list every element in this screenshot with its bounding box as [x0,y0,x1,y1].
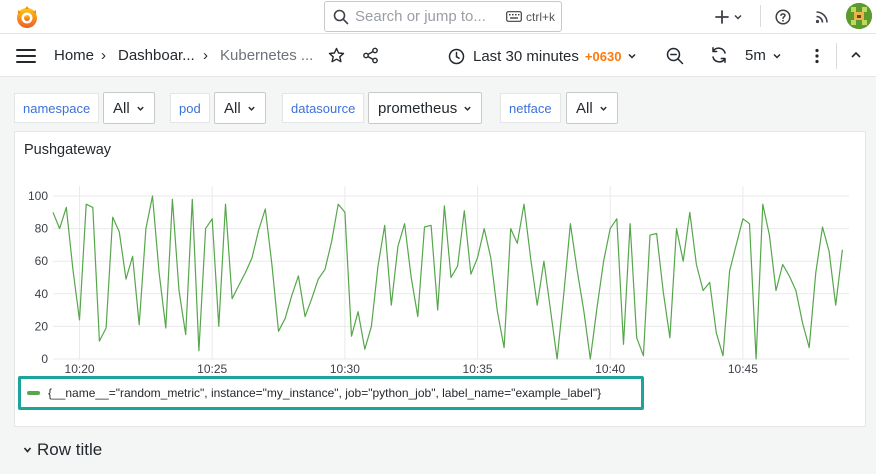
search-icon [333,9,349,24]
dashboard-nav-bar: Home › Dashboar... › Kubernetes ... Last… [0,34,876,77]
chevron-down-icon [136,106,144,111]
zoom-out-icon[interactable] [666,47,684,65]
legend-series-label[interactable]: {__name__="random_metric", instance="my_… [48,386,601,400]
y-tick-label: 100 [28,189,48,203]
y-tick-label: 80 [35,222,49,236]
series-line [52,195,843,360]
y-tick-label: 20 [35,319,49,333]
time-range-picker[interactable]: Last 30 minutes +0630 [448,43,637,69]
rss-icon [815,11,828,24]
plus-icon [715,10,729,24]
variables-bar: namespace All pod All datasource prometh… [0,90,876,126]
variable-select-netface[interactable]: All [566,92,618,124]
y-tick-label: 40 [35,287,49,301]
help-button[interactable] [772,6,794,28]
avatar[interactable] [846,3,872,29]
news-button[interactable] [811,6,833,28]
divider [760,5,761,27]
grafana-logo-icon[interactable] [14,4,40,30]
x-tick-label: 10:35 [463,362,493,374]
breadcrumb-separator: › [101,47,106,64]
chevron-down-icon [773,53,781,59]
chevron-down-icon [23,447,32,453]
chevron-down-icon [599,106,607,111]
variable-select-datasource[interactable]: prometheus [368,92,483,124]
refresh-interval-picker[interactable]: 5m [745,47,782,64]
variable-label-datasource: datasource [282,93,365,123]
star-icon[interactable] [328,47,345,64]
x-tick-label: 10:25 [197,362,227,374]
line-chart[interactable]: 0 20 40 60 80 100 10:20 10:25 10:30 10:35 10:40 10:… [15,132,865,374]
legend-swatch[interactable] [27,391,40,395]
chevron-down-icon [734,14,742,20]
x-tick-label: 10:20 [65,362,95,374]
menu-icon[interactable] [16,48,36,64]
keyboard-icon [506,11,522,22]
search-input[interactable]: Search or jump to... ctrl+k [324,1,562,32]
variable-label-namespace: namespace [14,93,100,123]
search-shortcut: ctrl+k [506,10,555,24]
search-shortcut-label: ctrl+k [525,9,555,24]
legend: {__name__="random_metric", instance="my_… [18,376,644,410]
timezone-badge: +0630 [584,48,622,64]
y-tick-label: 60 [35,254,49,268]
breadcrumb-dashboards[interactable]: Dashboar... [118,47,195,64]
chevron-down-icon [247,106,255,111]
variable-value-netface: All [576,99,593,117]
variable-value-datasource: prometheus [378,99,458,117]
more-options-icon[interactable] [812,48,822,64]
share-icon[interactable] [362,47,379,64]
variable-value-pod: All [224,99,241,117]
chevron-up-icon[interactable] [850,50,862,60]
x-tick-label: 10:30 [330,362,360,374]
timeseries-panel: Pushgateway 0 20 40 60 80 100 10:20 10:25 10:30 1… [14,131,866,427]
breadcrumb-home[interactable]: Home [54,47,94,64]
top-bar: Search or jump to... ctrl+k [0,0,876,34]
x-tick-label: 10:45 [728,362,758,374]
variable-label-pod: pod [170,93,210,123]
new-menu-button[interactable] [712,6,746,28]
y-tick-label: 0 [41,352,48,366]
divider [836,43,837,69]
x-tick-label: 10:40 [595,362,625,374]
search-placeholder: Search or jump to... [355,8,486,25]
user-avatar-icon [846,3,872,29]
help-icon [775,9,791,25]
chevron-down-icon [464,106,471,111]
refresh-icon[interactable] [710,46,728,64]
breadcrumb-separator: › [203,47,208,64]
variable-select-pod[interactable]: All [214,92,266,124]
time-range-label: Last 30 minutes [473,47,579,65]
variable-select-namespace[interactable]: All [103,92,155,124]
refresh-interval-label: 5m [745,47,766,64]
breadcrumb-current: Kubernetes ... [220,47,314,64]
clock-icon [448,48,465,64]
chevron-down-icon [628,53,636,59]
row-title: Row title [37,440,103,459]
row-header[interactable]: Row title [22,440,102,460]
variable-label-netface: netface [500,93,561,123]
variable-value-namespace: All [113,99,130,117]
